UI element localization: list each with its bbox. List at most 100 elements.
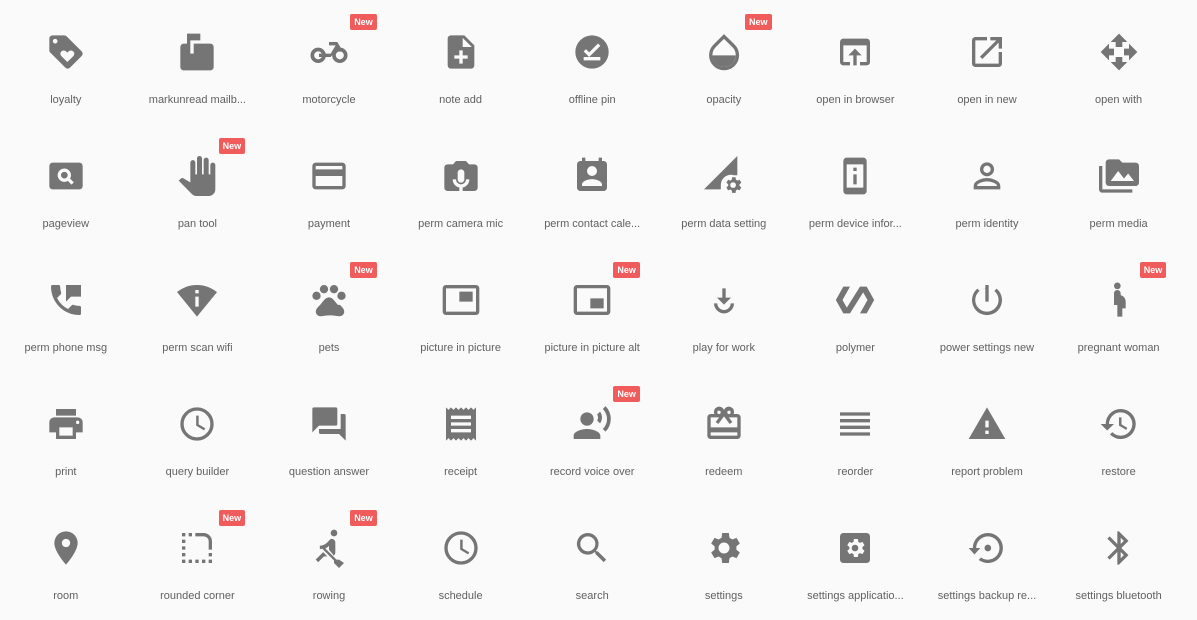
new-badge: New [350,262,377,278]
icon-label: perm phone msg [24,342,108,354]
icon-tile[interactable]: report problem [921,372,1053,496]
icon-label: power settings new [939,342,1035,354]
icon-label: query builder [165,466,230,478]
icon-tile[interactable]: pageview [0,124,132,248]
icon-label: restore [1101,466,1136,478]
icon-tile[interactable]: rounded corner New [132,496,264,620]
pageview-icon [46,156,86,196]
icon-tile[interactable]: perm contact cale... [526,124,658,248]
icon-tile[interactable]: loyalty [0,0,132,124]
icon-tile[interactable]: pets New [263,248,395,372]
icon-label: motorcycle [302,94,356,106]
icon-label: perm device infor... [808,218,902,230]
icon-tile[interactable]: pregnant woman New [1053,248,1185,372]
icon-label: perm media [1089,218,1148,230]
icon-tile[interactable]: payment [263,124,395,248]
icon-tile[interactable]: perm identity [921,124,1053,248]
icon-label: picture in picture alt [544,342,640,354]
icon-tile[interactable]: perm scan wifi [132,248,264,372]
icon-tile[interactable]: receipt [395,372,527,496]
icon-label: opacity [706,94,742,106]
icon-tile[interactable]: reorder [790,372,922,496]
icon-label: perm identity [955,218,1019,230]
new-badge: New [218,138,246,154]
icon-tile[interactable]: power settings new [921,248,1053,372]
icon-tile[interactable]: open in browser [790,0,922,124]
icon-tile[interactable]: picture in picture [395,248,527,372]
icon-tile[interactable]: record voice over New [526,372,658,496]
pregnant-woman-icon [1099,280,1139,320]
icon-tile[interactable]: open in new [921,0,1053,124]
icon-tile[interactable]: polymer [790,248,922,372]
icon-tile[interactable]: open with [1053,0,1185,124]
icon-label: perm camera mic [418,218,504,230]
icon-label: settings applicatio... [807,590,904,602]
icon-tile[interactable]: question answer [263,372,395,496]
icon-label: rounded corner [160,590,235,602]
icon-label: offline pin [568,94,616,106]
rowing-icon [309,528,349,568]
restore-icon [1099,404,1139,444]
icon-tile[interactable]: markunread mailb... [132,0,264,124]
icon-label: search [575,590,609,602]
icon-tile[interactable]: note add [395,0,527,124]
icon-label: loyalty [50,94,82,106]
icon-tile[interactable]: search [526,496,658,620]
offline-pin-icon [572,32,612,72]
icon-tile[interactable]: restore [1053,372,1185,496]
data-setting-icon [703,156,744,196]
settings-icon [704,528,744,568]
icon-tile[interactable]: picture in picture alt New [526,248,658,372]
icon-label: settings backup re... [937,590,1037,602]
icon-tile[interactable]: opacity New [658,0,790,124]
icon-tile[interactable]: pan tool New [132,124,264,248]
pip-icon [441,280,481,320]
icon-label: report problem [951,466,1023,478]
search-icon [572,528,612,568]
icon-label: schedule [438,590,483,602]
camera-mic-icon [441,156,481,196]
icon-tile[interactable]: offline pin [526,0,658,124]
icon-tile[interactable]: query builder [132,372,264,496]
icon-tile[interactable]: settings [658,496,790,620]
icon-label: open with [1095,94,1143,106]
icon-tile[interactable]: play for work [658,248,790,372]
icon-tile[interactable]: perm device infor... [790,124,922,248]
icon-label: question answer [288,466,370,478]
icon-tile[interactable]: perm media [1053,124,1185,248]
icon-tile[interactable]: settings backup re... [921,496,1053,620]
mailbox-icon [177,32,217,72]
icon-label: redeem [705,466,743,478]
icon-label: settings [704,590,743,602]
icon-tile[interactable]: settings bluetooth [1053,496,1185,620]
loyalty-icon [46,32,86,72]
icon-label: note add [439,94,482,106]
voice-over-icon [572,404,612,444]
icon-label: polymer [835,342,875,354]
icon-tile[interactable]: perm phone msg [0,248,132,372]
icon-label: open in new [957,94,1017,106]
open-in-browser-icon [835,32,875,72]
icon-label: payment [307,218,351,230]
icon-tile[interactable]: perm camera mic [395,124,527,248]
settings-applications-icon [835,528,875,568]
payment-icon [309,156,349,196]
icon-tile[interactable]: rowing New [263,496,395,620]
pip-alt-icon [572,280,612,320]
icon-label: reorder [837,466,874,478]
icon-tile[interactable]: redeem [658,372,790,496]
pan-tool-icon [177,156,217,196]
icon-tile[interactable]: schedule [395,496,527,620]
icon-label: record voice over [550,466,635,478]
icon-tile[interactable]: room [0,496,132,620]
redeem-icon [704,404,744,444]
open-in-new-icon [967,32,1007,72]
icon-label: rowing [312,590,346,602]
icon-tile[interactable]: motorcycle New [263,0,395,124]
icon-tile[interactable]: settings applicatio... [790,496,922,620]
new-badge: New [745,14,772,30]
icon-tile[interactable]: print [0,372,132,496]
phone-msg-icon [46,280,86,320]
icon-tile[interactable]: perm data setting [658,124,790,248]
clock-icon [177,404,217,444]
